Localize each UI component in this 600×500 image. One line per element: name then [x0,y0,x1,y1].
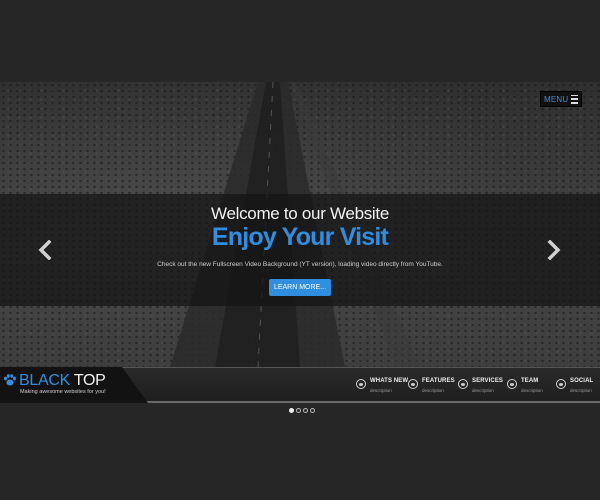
eye-icon [408,379,418,389]
menu-button[interactable]: MENU [540,91,582,107]
hero-welcome-text: Welcome to our Website [211,204,389,223]
eye-icon [556,379,566,389]
nav-item-social[interactable]: SOCIAL description [556,377,596,397]
nav-item-label: TEAM [521,378,539,384]
slider-dot[interactable] [303,408,308,413]
menu-label: MENU [544,94,569,104]
brand-slogan: Making awesome websites for you! [20,389,106,395]
nav-item-whats-new[interactable]: WHATS NEW description [356,377,408,397]
nav-item-team[interactable]: TEAM description [507,377,559,397]
nav-item-label: SOCIAL [570,378,594,384]
eye-icon [458,379,468,389]
paw-icon [4,374,16,386]
nav-item-label: SERVICES [472,378,504,384]
slider-pagination [289,408,315,413]
chevron-right-icon[interactable] [546,240,562,260]
brand-name-part2: TOP [69,372,106,389]
nav-item-description: description [472,388,494,393]
nav-item-services[interactable]: SERVICES description [458,377,510,397]
slider-dot[interactable] [289,408,294,413]
eye-icon [356,379,366,389]
slider-dot[interactable] [296,408,301,413]
learn-more-button[interactable]: LEARN MORE... [269,279,331,296]
eye-icon [507,379,517,389]
nav-item-label: FEATURES [422,378,455,384]
hero-description: Check out the new Fullscreen Video Backg… [157,261,443,268]
page: MENU Welcome to our Website Enjoy Your V… [0,0,600,500]
chevron-left-icon[interactable] [37,240,53,260]
hero-tagline: Enjoy Your Visit [211,223,389,251]
nav-item-description: description [370,388,392,393]
nav-item-description: description [422,388,444,393]
nav-item-label: WHATS NEW [370,378,409,384]
slider-dot[interactable] [310,408,315,413]
brand-name[interactable]: BLACK TOP [19,372,106,390]
brand-name-part1: BLACK [19,372,70,389]
nav-item-features[interactable]: FEATURES description [408,377,460,397]
nav-item-description: description [521,388,543,393]
nav-item-description: description [570,388,592,393]
hamburger-icon [571,94,578,104]
